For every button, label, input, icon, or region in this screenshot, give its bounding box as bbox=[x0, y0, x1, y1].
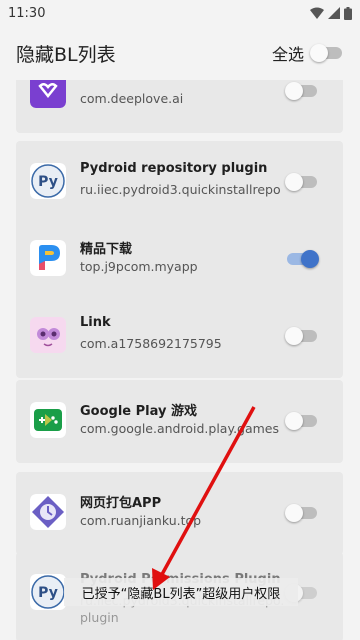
app-package: top.j9pcom.myapp bbox=[80, 259, 198, 274]
signal-icon bbox=[328, 7, 340, 19]
page-title: 隐藏BL列表 bbox=[16, 43, 116, 66]
app-card[interactable]: Py Pydroid repository plugin ru.iiec.pyd… bbox=[16, 141, 343, 224]
app-toggle[interactable] bbox=[285, 327, 319, 345]
app-package: com.google.android.play.games bbox=[80, 421, 280, 436]
app-card[interactable]: 网页打包APP com.ruanjianku.top bbox=[16, 472, 343, 555]
app-card[interactable]: Google Play 游戏 com.google.android.play.g… bbox=[16, 380, 343, 463]
app-name: Google Play 游戏 bbox=[80, 404, 197, 419]
select-all-switch[interactable] bbox=[310, 44, 344, 62]
app-toggle[interactable] bbox=[285, 250, 319, 268]
select-all: 全选 bbox=[272, 41, 344, 65]
status-time: 11:30 bbox=[8, 5, 46, 21]
app-toggle[interactable] bbox=[285, 412, 319, 430]
app-package: com.a1758692175795 bbox=[80, 336, 222, 351]
app-bar: 隐藏BL列表 全选 bbox=[0, 26, 360, 80]
app-card[interactable]: 精品下载 top.j9pcom.myapp bbox=[16, 218, 343, 301]
svg-text:Py: Py bbox=[38, 174, 58, 190]
app-toggle[interactable] bbox=[285, 504, 319, 522]
app-package: ru.iiec.pydroid3.quickinstallrepo bbox=[80, 182, 281, 197]
app-package: com.ruanjianku.top bbox=[80, 513, 202, 528]
google-play-games-icon bbox=[30, 402, 66, 438]
jingpin-download-icon bbox=[30, 240, 66, 276]
app-package: com.deeplove.ai bbox=[80, 91, 184, 106]
battery-icon bbox=[344, 6, 352, 20]
app-name: Pydroid repository plugin bbox=[80, 161, 268, 176]
app-name: 精品下载 bbox=[80, 242, 133, 257]
toast-message: 已授予“隐藏BL列表”超级用户权限 bbox=[64, 578, 298, 606]
status-icons bbox=[310, 6, 352, 20]
status-bar: 11:30 bbox=[0, 0, 360, 26]
app-toggle[interactable] bbox=[285, 82, 319, 100]
select-all-label: 全选 bbox=[271, 45, 304, 64]
wifi-icon bbox=[310, 7, 324, 19]
app-name: 网页打包APP bbox=[80, 496, 162, 511]
pydroid-icon: Py bbox=[30, 163, 66, 199]
svg-text:Py: Py bbox=[38, 585, 58, 601]
app-card[interactable]: com.deeplove.ai bbox=[16, 80, 343, 133]
app-name: Link bbox=[80, 315, 111, 330]
app-card[interactable]: Link com.a1758692175795 bbox=[16, 295, 343, 378]
app-toggle[interactable] bbox=[285, 173, 319, 191]
pydroid-permissions-icon: Py bbox=[30, 574, 66, 610]
deeplove-icon bbox=[30, 80, 66, 108]
link-app-icon bbox=[30, 317, 66, 353]
web-pack-icon bbox=[30, 494, 66, 530]
app-list: com.deeplove.ai Py Pydroid repository pl… bbox=[0, 80, 360, 640]
